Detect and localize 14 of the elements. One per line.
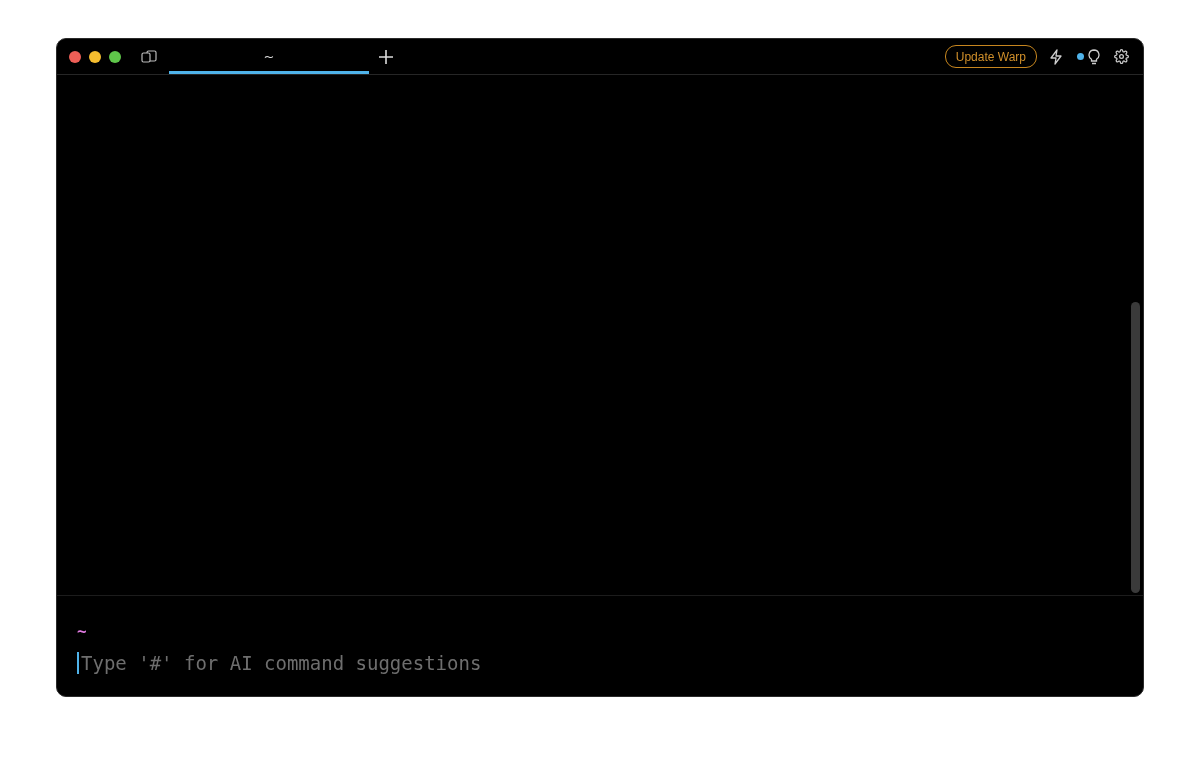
close-button[interactable] xyxy=(69,50,81,63)
lightning-icon[interactable] xyxy=(1049,48,1063,65)
scrollbar-thumb[interactable] xyxy=(1131,302,1140,593)
tab[interactable]: ~ xyxy=(169,39,369,74)
add-tab-icon[interactable] xyxy=(379,49,393,64)
zoom-button[interactable] xyxy=(109,50,121,63)
command-input[interactable]: Type '#' for AI command suggestions xyxy=(77,652,681,674)
panels-icon[interactable] xyxy=(141,49,157,64)
notification-dot xyxy=(1077,53,1084,60)
settings-icon[interactable] xyxy=(1114,49,1129,64)
current-directory: ~ xyxy=(77,622,88,643)
lightbulb-icon[interactable] xyxy=(1088,48,1100,65)
minimize-button[interactable] xyxy=(89,50,101,63)
update-button[interactable]: Update Warp xyxy=(944,45,1037,68)
